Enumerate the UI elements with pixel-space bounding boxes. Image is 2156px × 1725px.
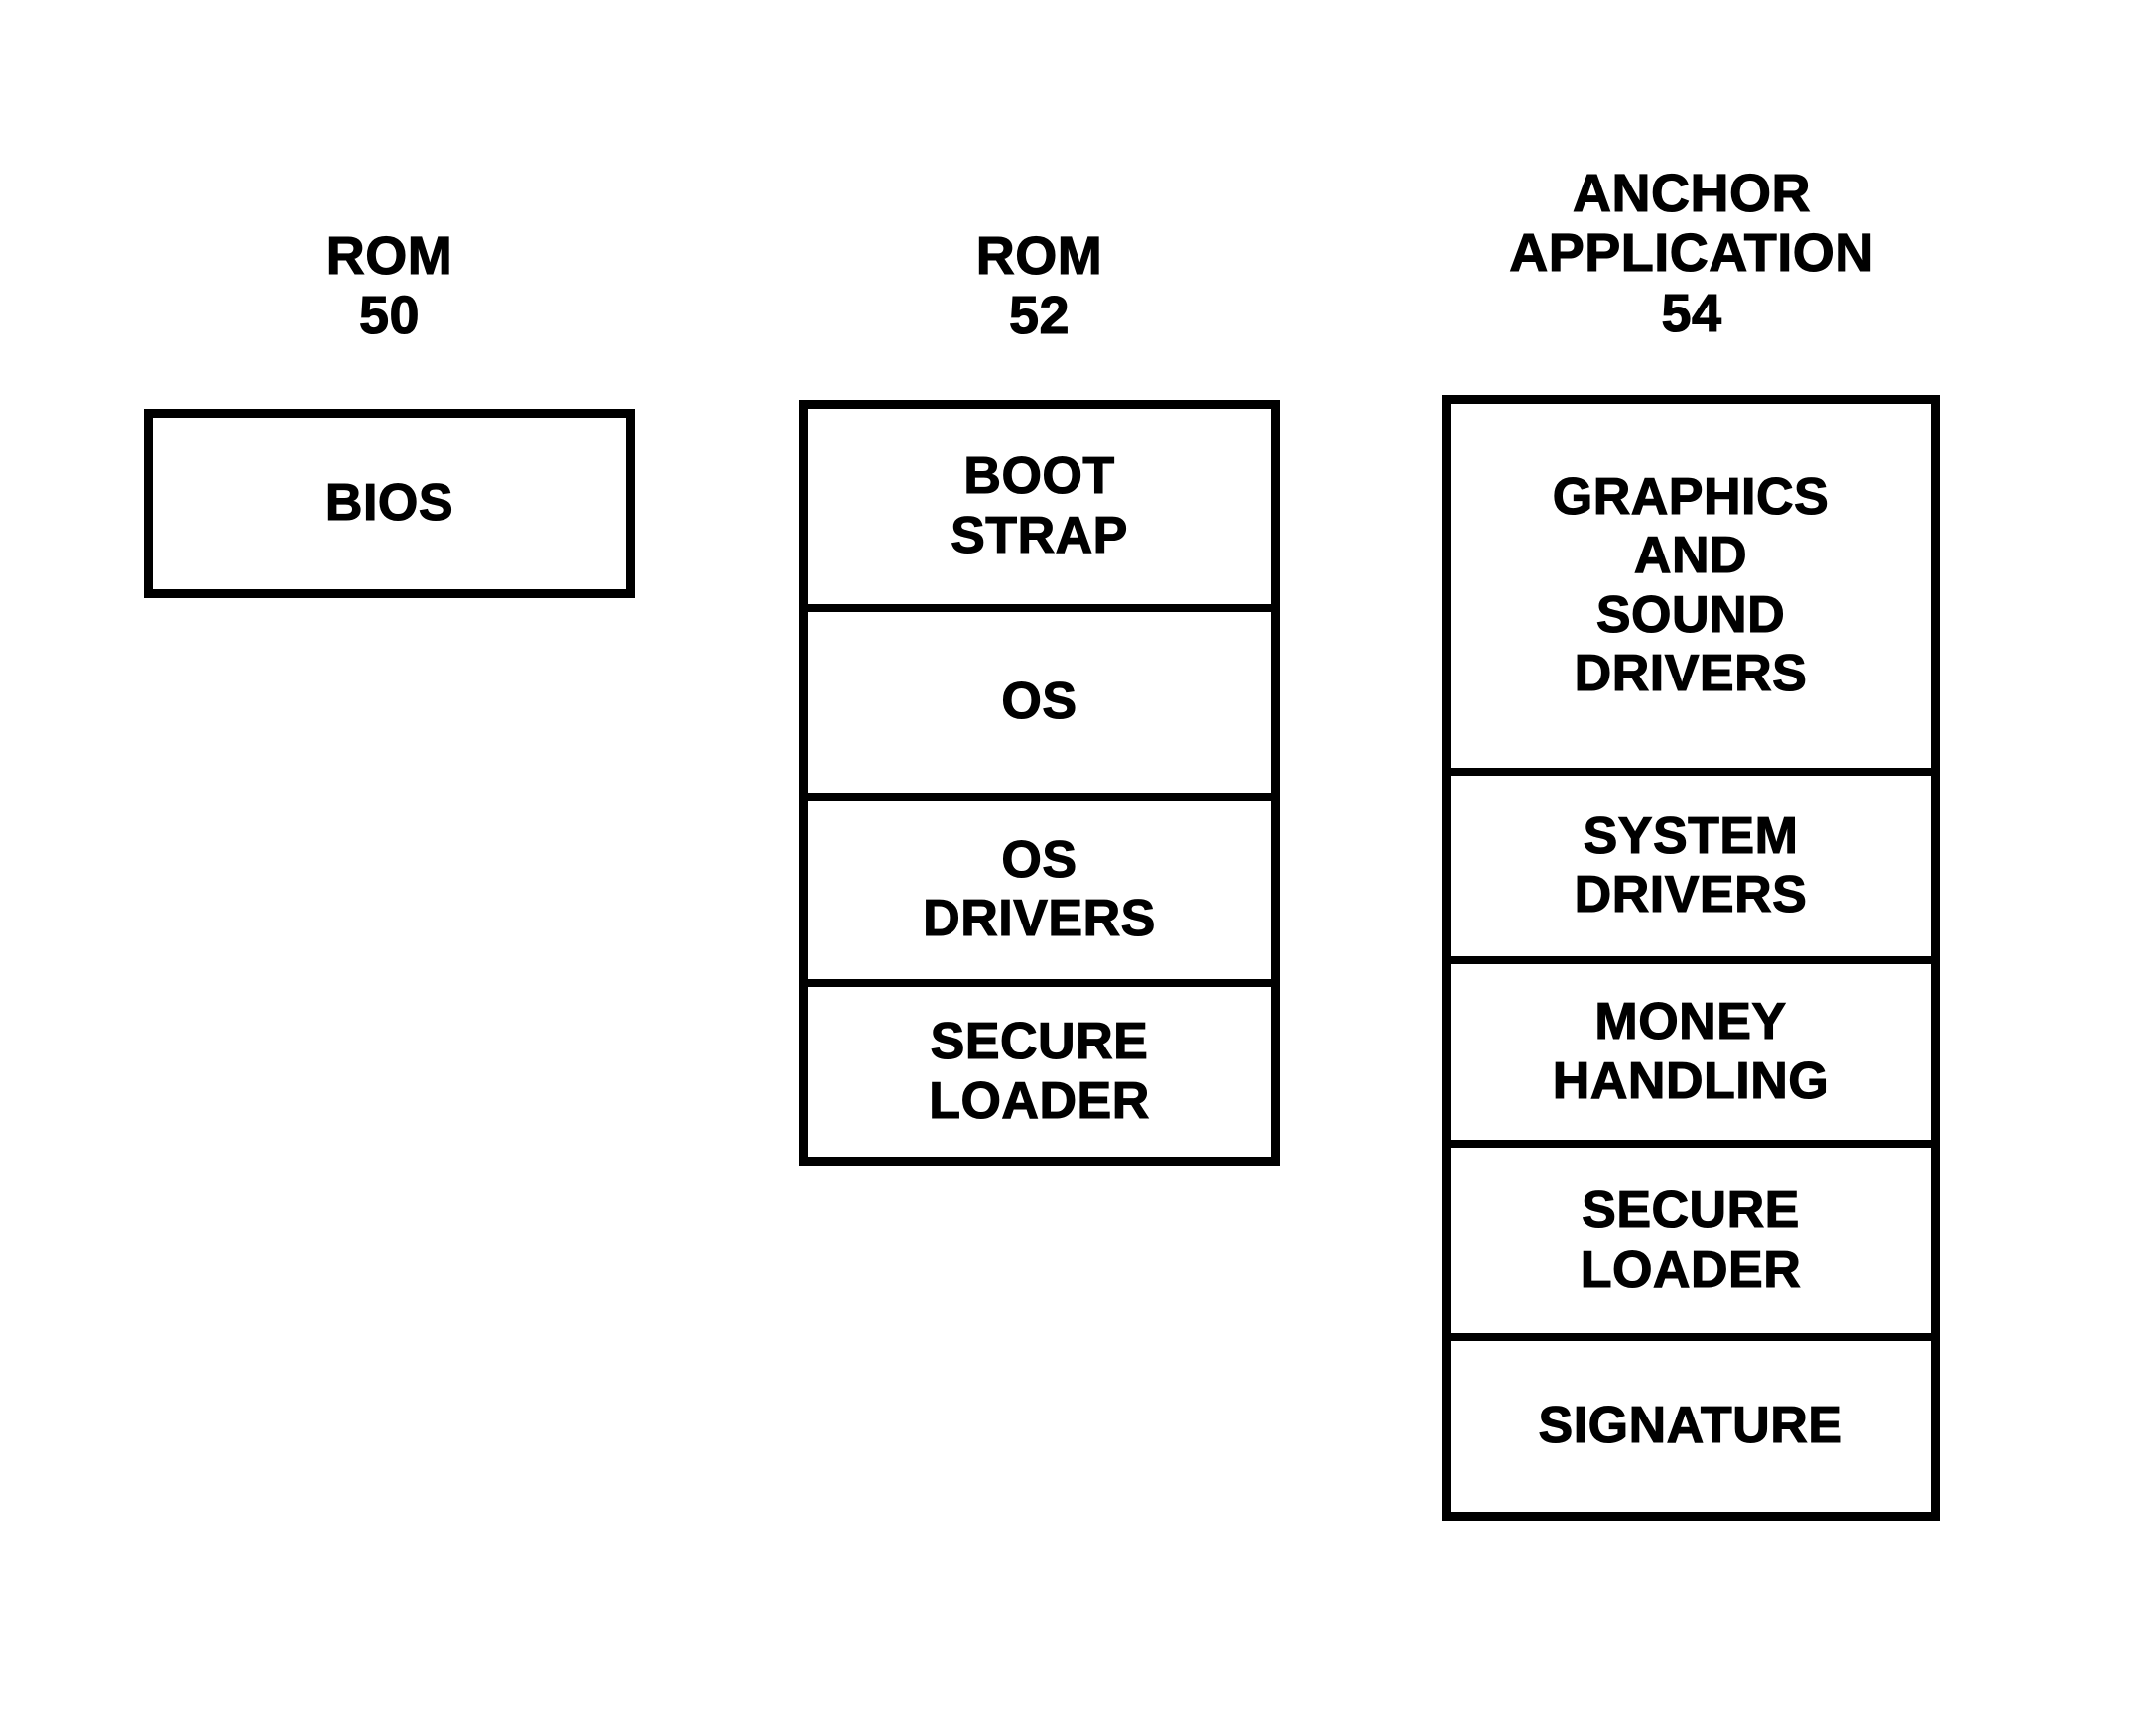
cell-bios[interactable]: BIOS — [153, 418, 626, 589]
cell-graphics-and-sound-drivers[interactable]: GRAPHICS AND SOUND DRIVERS — [1451, 404, 1931, 768]
cell-os[interactable]: OS — [808, 604, 1271, 793]
column-title-anchor-application: ANCHOR APPLICATION 54 — [1509, 163, 1874, 343]
cell-secure-loader-anchor[interactable]: SECURE LOADER — [1451, 1140, 1931, 1333]
cell-system-drivers[interactable]: SYSTEM DRIVERS — [1451, 768, 1931, 956]
block-rom-52: BOOT STRAP OS OS DRIVERS SECURE LOADER — [799, 400, 1280, 1166]
block-anchor-application: GRAPHICS AND SOUND DRIVERS SYSTEM DRIVER… — [1442, 395, 1940, 1521]
column-title-rom-52: ROM 52 — [975, 225, 1103, 346]
cell-boot-strap[interactable]: BOOT STRAP — [808, 409, 1271, 604]
cell-secure-loader-rom[interactable]: SECURE LOADER — [808, 979, 1271, 1157]
cell-signature[interactable]: SIGNATURE — [1451, 1333, 1931, 1512]
column-title-rom-50: ROM 50 — [325, 225, 453, 346]
cell-money-handling[interactable]: MONEY HANDLING — [1451, 956, 1931, 1140]
cell-os-drivers[interactable]: OS DRIVERS — [808, 793, 1271, 979]
patent-figure: ROM 50 BIOS ROM 52 BOOT STRAP OS OS DRIV… — [0, 0, 2156, 1725]
block-rom-50: BIOS — [144, 409, 635, 598]
